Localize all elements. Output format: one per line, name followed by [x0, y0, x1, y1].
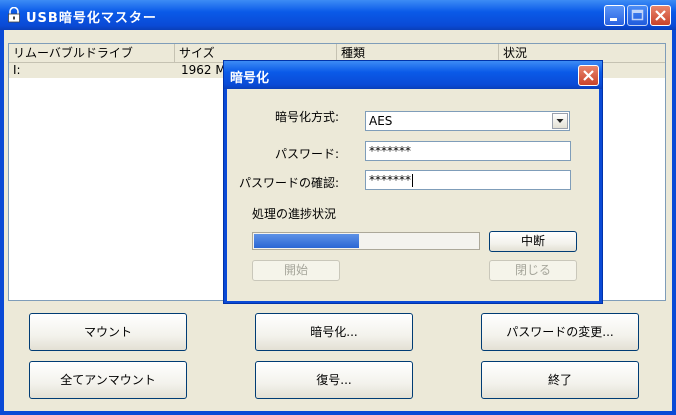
method-select[interactable]: AES: [365, 111, 570, 131]
text-caret: [412, 174, 413, 187]
maximize-icon: [631, 9, 644, 21]
progress-fill: [254, 234, 359, 248]
abort-button[interactable]: 中断: [489, 231, 577, 252]
confirm-password-label: パスワードの確認:: [238, 176, 339, 190]
method-label: 暗号化方式:: [274, 110, 339, 124]
method-value: AES: [369, 114, 393, 128]
decrypt-button[interactable]: 復号...: [255, 361, 413, 399]
unmount-all-button[interactable]: 全てアンマウント: [29, 361, 187, 399]
maximize-button[interactable]: [627, 5, 648, 26]
lock-icon: [8, 7, 20, 23]
exit-button[interactable]: 終了: [481, 361, 639, 399]
minimize-icon: [610, 18, 617, 21]
start-button[interactable]: 開始: [252, 260, 340, 281]
change-password-button[interactable]: パスワードの変更...: [481, 313, 639, 351]
close-icon: [583, 70, 594, 81]
dialog-title: 暗号化: [230, 71, 270, 86]
column-header-drive[interactable]: リムーバブルドライブ: [9, 44, 175, 62]
mount-button[interactable]: マウント: [29, 313, 187, 351]
chevron-down-icon[interactable]: [552, 113, 568, 129]
encrypt-dialog: 暗号化 暗号化方式: AES パスワード: ******* パスワードの確認: …: [223, 60, 603, 304]
cell-drive: I:: [13, 63, 21, 77]
close-icon: [655, 10, 666, 21]
close-button[interactable]: [650, 5, 671, 26]
title-bar[interactable]: USB暗号化マスター: [0, 0, 676, 30]
dialog-body: 暗号化方式: AES パスワード: ******* パスワードの確認: ****…: [227, 89, 599, 301]
close-dialog-button[interactable]: 閉じる: [489, 260, 577, 281]
dialog-title-bar[interactable]: 暗号化: [224, 61, 602, 89]
progress-label: 処理の進捗状況: [252, 207, 337, 221]
password-field[interactable]: *******: [365, 141, 571, 161]
progress-bar: [252, 232, 480, 250]
minimize-button[interactable]: [604, 5, 625, 26]
window-title: USB暗号化マスター: [26, 11, 157, 26]
dialog-close-button[interactable]: [578, 65, 599, 86]
confirm-password-value: *******: [369, 173, 411, 187]
confirm-password-field[interactable]: *******: [365, 170, 571, 190]
password-label: パスワード:: [274, 147, 339, 161]
password-value: *******: [369, 144, 411, 158]
encrypt-button[interactable]: 暗号化...: [255, 313, 413, 351]
main-window: USB暗号化マスター リムーバブルドライブ サイズ 種類 状況 I: 1962 …: [0, 0, 676, 415]
